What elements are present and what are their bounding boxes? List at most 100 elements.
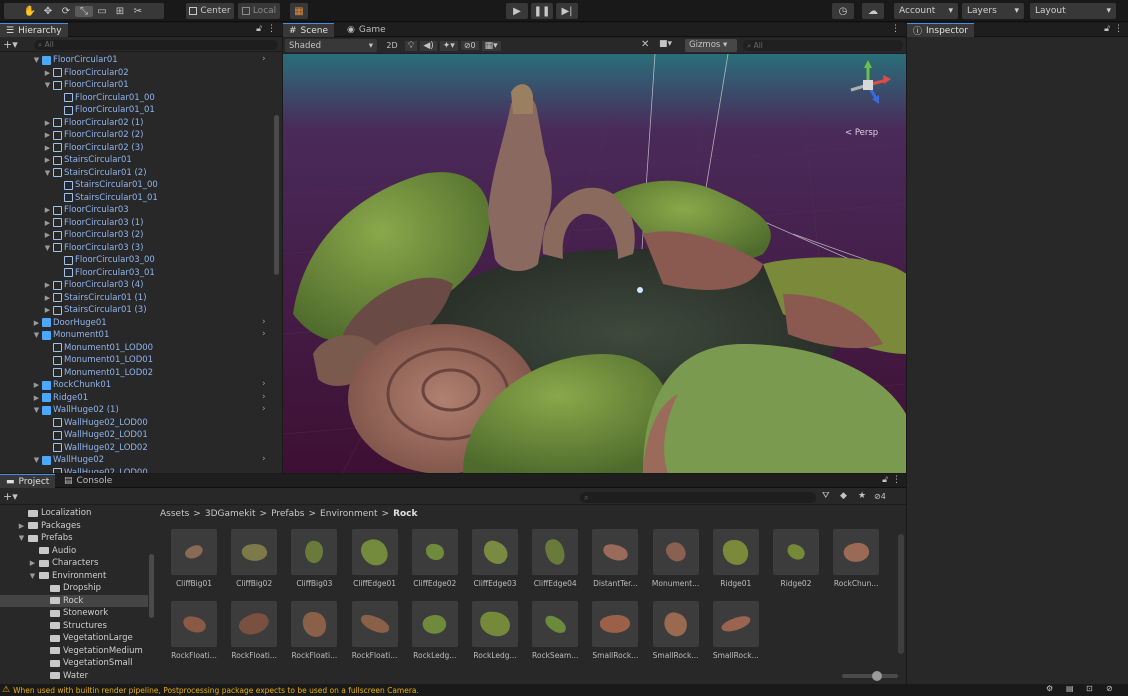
project-tree-scrollbar[interactable] [149, 554, 154, 618]
collapsed-arrow-icon[interactable]: ▶ [44, 281, 51, 289]
icon-size-slider[interactable] [842, 671, 898, 681]
hierarchy-item[interactable]: ▶ RockChunk01 [33, 379, 111, 392]
asset-tile[interactable]: CliffEdge04 [521, 529, 581, 595]
expanded-arrow-icon[interactable]: ▼ [33, 406, 40, 414]
kebab-menu-icon[interactable]: ⋮ [1114, 24, 1123, 34]
folder-item[interactable]: Structures [0, 620, 148, 633]
hierarchy-item[interactable]: ▼ FloorCircular01 [44, 79, 129, 92]
chevron-right-icon[interactable]: › [262, 392, 266, 402]
hierarchy-item[interactable]: WallHuge02_LOD01 [44, 429, 148, 442]
expanded-arrow-icon[interactable]: ▼ [44, 244, 51, 252]
hierarchy-item[interactable]: ▶ FloorCircular03 (1) [44, 217, 144, 230]
hierarchy-item[interactable]: ▶ FloorCircular02 [44, 67, 129, 80]
breadcrumb-item[interactable]: Assets [160, 509, 189, 519]
filter-label-icon[interactable]: ◆ [840, 491, 847, 501]
asset-tile[interactable]: SmallRock... [642, 601, 702, 667]
asset-tile[interactable]: RockFloati... [220, 601, 280, 667]
collapsed-arrow-icon[interactable]: ▶ [33, 381, 40, 389]
kebab-menu-icon[interactable]: ⋮ [267, 24, 276, 34]
hierarchy-item[interactable]: ▶ FloorCircular02 (3) [44, 142, 144, 155]
cache-icon[interactable]: ▤ [1066, 684, 1074, 693]
chevron-right-icon[interactable]: › [262, 317, 266, 327]
layout-dropdown[interactable]: Layout ▾ [1030, 3, 1116, 19]
account-dropdown[interactable]: Account ▾ [894, 3, 958, 19]
folder-item[interactable]: VegetationLarge [0, 632, 148, 645]
asset-tile[interactable]: RockSeam... [521, 601, 581, 667]
collapsed-arrow-icon[interactable]: ▶ [44, 294, 51, 302]
asset-tile[interactable]: RockFloati... [280, 601, 340, 667]
expanded-arrow-icon[interactable]: ▼ [44, 81, 51, 89]
lock-icon[interactable]: 🔓︎ [882, 475, 888, 485]
tab-console[interactable]: ▤ Console [58, 474, 118, 488]
hierarchy-item[interactable]: Monument01_LOD01 [44, 354, 153, 367]
tab-inspector[interactable]: ⓘ Inspector [907, 23, 974, 37]
hierarchy-item[interactable]: ▶ Ridge01 [33, 392, 88, 405]
gizmos-dropdown[interactable]: Gizmos ▾ [685, 39, 737, 52]
breadcrumb-item[interactable]: 3DGamekit [205, 509, 256, 519]
asset-tile[interactable]: CliffEdge03 [461, 529, 521, 595]
asset-tile[interactable]: Monument... [642, 529, 702, 595]
hierarchy-item[interactable]: ▶ StairsCircular01 [44, 154, 132, 167]
hierarchy-item[interactable]: ▼ FloorCircular01 [33, 54, 118, 67]
asset-tile[interactable]: CliffBig03 [280, 529, 340, 595]
custom-tool-icon[interactable]: ✂ [129, 6, 147, 17]
hierarchy-item[interactable]: FloorCircular03_01 [55, 267, 155, 280]
folder-item[interactable]: VegetationMedium [0, 645, 148, 658]
tab-game[interactable]: ◉ Game [341, 23, 392, 37]
folder-item[interactable]: Water [0, 670, 148, 683]
project-search-input[interactable]: ⌕ [580, 492, 816, 503]
lock-icon[interactable]: 🔓︎ [1104, 24, 1110, 34]
status-message[interactable]: When used with builtin render pipeline, … [13, 686, 419, 695]
folder-item[interactable]: ▶ Packages [0, 520, 148, 533]
progress-icon[interactable]: ⊡ [1086, 684, 1093, 693]
kebab-menu-icon[interactable]: ⋮ [891, 24, 900, 34]
bug-icon[interactable]: ⚙ [1046, 684, 1053, 693]
layers-dropdown[interactable]: Layers ▾ [962, 3, 1024, 19]
camera-icon[interactable]: ■▾ [659, 39, 672, 49]
hierarchy-item[interactable]: StairsCircular01_00 [55, 179, 158, 192]
collapsed-arrow-icon[interactable]: ▶ [44, 306, 51, 314]
rotate-tool-icon[interactable]: ⟳ [57, 6, 75, 17]
expanded-arrow-icon[interactable]: ▼ [33, 331, 40, 339]
grid-icon[interactable]: ▦▾ [481, 40, 501, 51]
pivot-center-button[interactable]: Center [186, 3, 234, 19]
chevron-right-icon[interactable]: › [262, 329, 266, 339]
collapsed-arrow-icon[interactable]: ▶ [33, 319, 40, 327]
transform-tool-icon[interactable]: ⊞ [111, 6, 129, 17]
asset-tile[interactable]: CliffBig02 [220, 529, 280, 595]
asset-tile[interactable]: SmallRock... [702, 601, 762, 667]
asset-tile[interactable]: RockChun... [822, 529, 882, 595]
breadcrumb-item[interactable]: Prefabs [271, 509, 304, 519]
hierarchy-item[interactable]: StairsCircular01_01 [55, 192, 158, 205]
collapsed-arrow-icon[interactable]: ▶ [18, 522, 25, 530]
folder-item[interactable]: Stonework [0, 607, 148, 620]
asset-tile[interactable]: RockFloati... [160, 601, 220, 667]
asset-tile[interactable]: DistantTer... [581, 529, 641, 595]
asset-tile[interactable]: SmallRock... [581, 601, 641, 667]
collab-button[interactable]: ◷ [832, 3, 854, 19]
breadcrumb-item[interactable]: Environment [320, 509, 377, 519]
hierarchy-item[interactable]: Monument01_LOD02 [44, 367, 153, 380]
hidden-objects-toggle[interactable]: ⊘0 [460, 41, 479, 50]
collapsed-arrow-icon[interactable]: ▶ [44, 144, 51, 152]
collapsed-arrow-icon[interactable]: ▶ [44, 206, 51, 214]
kebab-menu-icon[interactable]: ⋮ [892, 475, 901, 485]
expanded-arrow-icon[interactable]: ▼ [44, 169, 51, 177]
hierarchy-item[interactable]: ▼ Monument01 [33, 329, 110, 342]
breadcrumb-item[interactable]: Rock [393, 509, 417, 519]
space-local-button[interactable]: Local [238, 3, 280, 19]
hierarchy-item[interactable]: ▼ FloorCircular03 (3) [44, 242, 144, 255]
folder-item[interactable]: VegetationSmall [0, 657, 148, 670]
play-button[interactable]: ▶ [506, 3, 528, 19]
tab-hierarchy[interactable]: ☰ Hierarchy [0, 23, 68, 37]
chevron-right-icon[interactable]: › [262, 454, 266, 464]
hand-tool-icon[interactable]: ✋ [21, 6, 39, 17]
hierarchy-item[interactable]: ▶ FloorCircular02 (2) [44, 129, 144, 142]
favorite-icon[interactable]: ★ [858, 491, 866, 501]
persp-label[interactable]: < Persp [845, 128, 878, 138]
settings-icon[interactable]: ⊘ [1106, 684, 1113, 693]
hierarchy-search-input[interactable]: ⌕ All [34, 40, 278, 50]
chevron-right-icon[interactable]: › [262, 404, 266, 414]
collapsed-arrow-icon[interactable]: ▶ [44, 219, 51, 227]
scene-viewport[interactable]: < Persp [283, 54, 906, 473]
